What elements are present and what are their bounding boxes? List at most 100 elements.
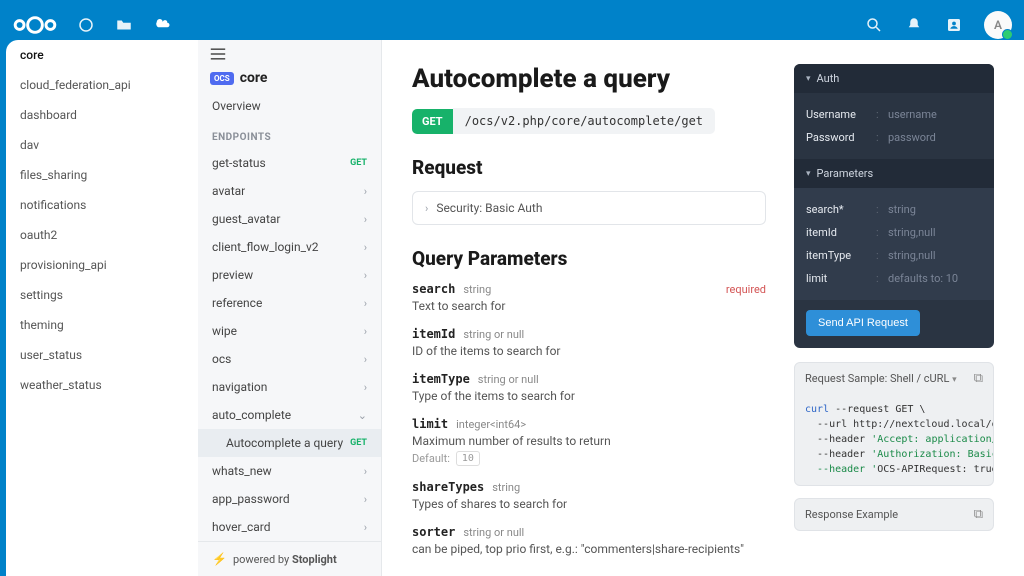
query-parameter: shareTypes string Types of shares to searc… [412, 480, 766, 511]
query-parameter: itemTypestring or nullType of the items … [412, 372, 766, 403]
chevron-down-icon[interactable]: ▾ [952, 375, 957, 385]
endpoint-sidebar: OCS core Overview ENDPOINTS get-statusGE… [198, 40, 382, 576]
endpoint-group-item[interactable]: whats_new› [198, 457, 381, 485]
endpoint-group-item[interactable]: get-statusGET [198, 149, 381, 177]
http-path: /ocs/v2.php/core/autocomplete/get [453, 108, 715, 134]
app-list-item[interactable]: files_sharing [6, 160, 198, 190]
powered-by[interactable]: ⚡ powered by Stoplight [198, 541, 381, 576]
copy-icon[interactable]: ⧉ [974, 507, 983, 522]
brand-name: core [240, 70, 268, 86]
endpoint-group-item[interactable]: avatar› [198, 177, 381, 205]
chevron-down-icon: ▾ [806, 74, 811, 84]
auth-section-header[interactable]: ▾ Auth [794, 64, 994, 93]
endpoint-group-item[interactable]: app_password› [198, 485, 381, 513]
param-description: can be piped, top prio first, e.g.: "com… [412, 542, 766, 556]
ocs-app-icon[interactable] [152, 15, 172, 35]
app-list-item[interactable]: weather_status [6, 370, 198, 400]
chevron-right-icon: › [364, 269, 367, 282]
param-name: itemType [412, 372, 470, 386]
endpoint-group-item[interactable]: client_flow_login_v2› [198, 233, 381, 261]
chevron-down-icon: ⌄ [358, 409, 367, 422]
auth-field-row[interactable]: Password:password [806, 126, 982, 149]
search-icon[interactable] [864, 15, 884, 35]
security-expander[interactable]: › Security: Basic Auth [412, 191, 766, 225]
param-description: ID of the items to search for [412, 344, 766, 358]
chevron-right-icon: › [364, 325, 367, 338]
chevron-right-icon: › [364, 381, 367, 394]
copy-icon[interactable]: ⧉ [974, 371, 983, 386]
app-list-item[interactable]: dav [6, 130, 198, 160]
query-parameter: itemId string or null ID of the items to s… [412, 327, 766, 358]
param-name: shareTypes [412, 480, 484, 494]
chevron-right-icon: › [364, 353, 367, 366]
param-description: Maximum number of results to return [412, 434, 766, 448]
app-list-sidebar: corecloud_federation_apidashboarddavfile… [6, 40, 198, 576]
endpoint-group-item[interactable]: guest_avatar› [198, 205, 381, 233]
try-param-row[interactable]: search*:string [806, 198, 982, 221]
page-title: Autocomplete a query [412, 64, 766, 94]
endpoint-group-item[interactable]: auto_complete⌄ [198, 401, 381, 429]
app-list-item[interactable]: theming [6, 310, 198, 340]
param-description: Types of shares to search for [412, 497, 766, 511]
app-list-item[interactable]: user_status [6, 340, 198, 370]
endpoint-group-item[interactable]: reference› [198, 289, 381, 317]
app-list-item[interactable]: provisioning_api [6, 250, 198, 280]
endpoint-group-item[interactable]: hover_card› [198, 513, 381, 541]
chevron-right-icon: › [364, 185, 367, 198]
sample-code: curl --request GET \ --url http://nextcl… [795, 394, 993, 485]
try-it-panel: ▾ Auth Username:usernamePassword:passwor… [794, 64, 994, 348]
query-parameter: limit integer<int64> Maximum number of res… [412, 417, 766, 466]
chevron-right-icon: › [364, 521, 367, 534]
param-type: string or null [463, 328, 524, 341]
response-example-box: Response Example ⧉ [794, 498, 994, 531]
try-param-row[interactable]: itemId:string,null [806, 221, 982, 244]
method-tag: GET [350, 158, 367, 168]
endpoint-group-item[interactable]: preview› [198, 261, 381, 289]
app-list-item[interactable]: core [6, 40, 198, 70]
overview-item[interactable]: Overview [198, 92, 381, 120]
brand-pill: OCS [210, 72, 234, 85]
auth-field-row[interactable]: Username:username [806, 103, 982, 126]
param-type: string [492, 481, 520, 494]
param-name: limit [412, 417, 448, 431]
query-params-heading: Query Parameters [412, 247, 766, 270]
query-parameter: searchstringrequiredText to search for [412, 282, 766, 313]
param-type: integer<int64> [456, 418, 526, 431]
param-description: Text to search for [412, 299, 766, 313]
avatar[interactable]: A [984, 11, 1012, 39]
param-name: sorter [412, 525, 455, 539]
endpoint-group-item[interactable]: ocs› [198, 345, 381, 373]
param-default: Default: 10 [412, 451, 766, 466]
try-param-row[interactable]: itemType:string,null [806, 244, 982, 267]
chevron-right-icon: › [425, 202, 428, 215]
endpoint-group-item[interactable]: navigation› [198, 373, 381, 401]
param-type: string [463, 283, 491, 296]
sample-title: Request Sample: Shell / cURL [805, 372, 949, 385]
dashboard-icon[interactable] [76, 15, 96, 35]
parameters-section-header[interactable]: ▾ Parameters [794, 159, 994, 188]
param-type: string or null [478, 373, 539, 386]
menu-toggle-icon[interactable] [210, 48, 226, 64]
app-logo[interactable] [12, 14, 58, 36]
endpoint-group-item[interactable]: wipe› [198, 317, 381, 345]
send-api-request-button[interactable]: Send API Request [806, 310, 920, 336]
query-parameter: sorter string or null can be piped, top pr… [412, 525, 766, 556]
files-icon[interactable] [114, 15, 134, 35]
request-heading: Request [412, 156, 766, 179]
chevron-right-icon: › [364, 241, 367, 254]
bolt-icon: ⚡ [212, 552, 227, 566]
app-list-item[interactable]: notifications [6, 190, 198, 220]
chevron-right-icon: › [364, 493, 367, 506]
app-list-item[interactable]: settings [6, 280, 198, 310]
endpoint-item[interactable]: Autocomplete a queryGET [198, 429, 381, 457]
required-badge: required [726, 283, 766, 296]
app-list-item[interactable]: dashboard [6, 100, 198, 130]
contacts-icon[interactable] [944, 15, 964, 35]
app-list-item[interactable]: oauth2 [6, 220, 198, 250]
notifications-icon[interactable] [904, 15, 924, 35]
method-tag: GET [350, 438, 367, 448]
try-param-row[interactable]: limit:defaults to: 10 [806, 267, 982, 290]
param-name: itemId [412, 327, 455, 341]
param-type: string or null [463, 526, 524, 539]
app-list-item[interactable]: cloud_federation_api [6, 70, 198, 100]
